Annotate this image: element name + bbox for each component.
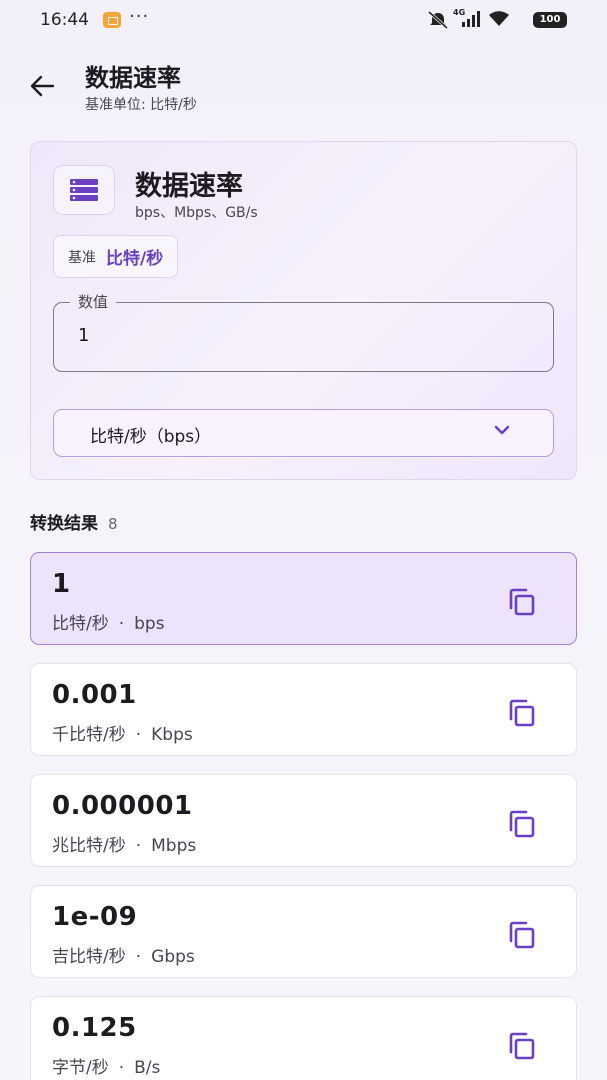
- base-unit-label: 基准: [68, 249, 96, 266]
- signal-icon: [462, 11, 480, 27]
- category-title: 数据速率: [135, 171, 243, 202]
- result-unit-symbol: Gbps: [151, 947, 195, 967]
- result-item[interactable]: 0.000001 兆比特/秒 · Mbps: [30, 774, 577, 867]
- copy-icon[interactable]: [506, 586, 538, 618]
- result-value: 0.125: [52, 1013, 137, 1043]
- results-title: 转换结果: [30, 514, 98, 534]
- value-field[interactable]: 数值: [53, 291, 554, 372]
- chevron-down-icon: [494, 425, 510, 435]
- unit-dropdown[interactable]: 比特/秒（bps）: [53, 409, 554, 457]
- result-unit: 字节/秒 · B/s: [52, 1053, 160, 1078]
- mute-icon: [428, 10, 448, 30]
- result-unit-name: 吉比特/秒: [52, 947, 126, 967]
- result-unit: 兆比特/秒 · Mbps: [52, 831, 196, 856]
- result-value: 1e-09: [52, 902, 138, 932]
- back-button[interactable]: [22, 66, 62, 106]
- app-bar: 数据速率 基准单位: 比特/秒: [0, 44, 607, 122]
- base-unit-chip: 基准 比特/秒: [53, 235, 179, 278]
- converter-card: 数据速率 bps、Mbps、GB/s 基准 比特/秒 数值 比特/秒（bps）: [30, 141, 577, 480]
- result-unit-name: 比特/秒: [52, 614, 109, 634]
- result-unit-symbol: Kbps: [151, 725, 193, 745]
- result-unit: 吉比特/秒 · Gbps: [52, 942, 195, 967]
- results-count: 8: [108, 515, 118, 533]
- copy-icon[interactable]: [506, 808, 538, 840]
- result-unit: 比特/秒 · bps: [52, 609, 165, 634]
- unit-separator: ·: [135, 836, 142, 856]
- result-unit-name: 兆比特/秒: [52, 836, 126, 856]
- result-unit-symbol: B/s: [134, 1058, 161, 1078]
- status-bar: 16:44 ··· 4G 100: [0, 0, 607, 40]
- notification-icon: [103, 12, 121, 28]
- unit-separator: ·: [135, 725, 142, 745]
- value-input[interactable]: [78, 325, 478, 346]
- category-examples: bps、Mbps、GB/s: [135, 205, 258, 221]
- value-field-label: 数值: [70, 291, 117, 312]
- storage-icon: [70, 179, 98, 201]
- copy-icon[interactable]: [506, 697, 538, 729]
- result-item[interactable]: 0.125 字节/秒 · B/s: [30, 996, 577, 1080]
- result-unit: 千比特/秒 · Kbps: [52, 720, 193, 745]
- battery-icon: 100: [533, 12, 567, 28]
- result-unit-name: 千比特/秒: [52, 725, 126, 745]
- result-value: 0.001: [52, 680, 137, 710]
- result-unit-symbol: bps: [134, 614, 165, 634]
- unit-separator: ·: [135, 947, 142, 967]
- unit-separator: ·: [118, 614, 125, 634]
- unit-separator: ·: [118, 1058, 125, 1078]
- result-item[interactable]: 0.001 千比特/秒 · Kbps: [30, 663, 577, 756]
- base-unit-value: 比特/秒: [106, 249, 164, 269]
- arrow-back-icon: [30, 75, 55, 97]
- wifi-icon: [489, 11, 509, 26]
- status-time: 16:44: [40, 10, 89, 30]
- page-title: 数据速率: [85, 64, 181, 92]
- result-unit-name: 字节/秒: [52, 1058, 109, 1078]
- result-item[interactable]: 1 比特/秒 · bps: [30, 552, 577, 645]
- copy-icon[interactable]: [506, 1030, 538, 1062]
- copy-icon[interactable]: [506, 919, 538, 951]
- category-icon-box: [53, 165, 115, 215]
- page-subtitle: 基准单位: 比特/秒: [85, 97, 197, 113]
- unit-dropdown-value: 比特/秒（bps）: [90, 427, 212, 447]
- result-value: 0.000001: [52, 791, 193, 821]
- more-notifications-icon: ···: [129, 6, 150, 27]
- results-header: 转换结果 8: [30, 509, 118, 534]
- result-item[interactable]: 1e-09 吉比特/秒 · Gbps: [30, 885, 577, 978]
- result-unit-symbol: Mbps: [151, 836, 197, 856]
- result-value: 1: [52, 569, 71, 599]
